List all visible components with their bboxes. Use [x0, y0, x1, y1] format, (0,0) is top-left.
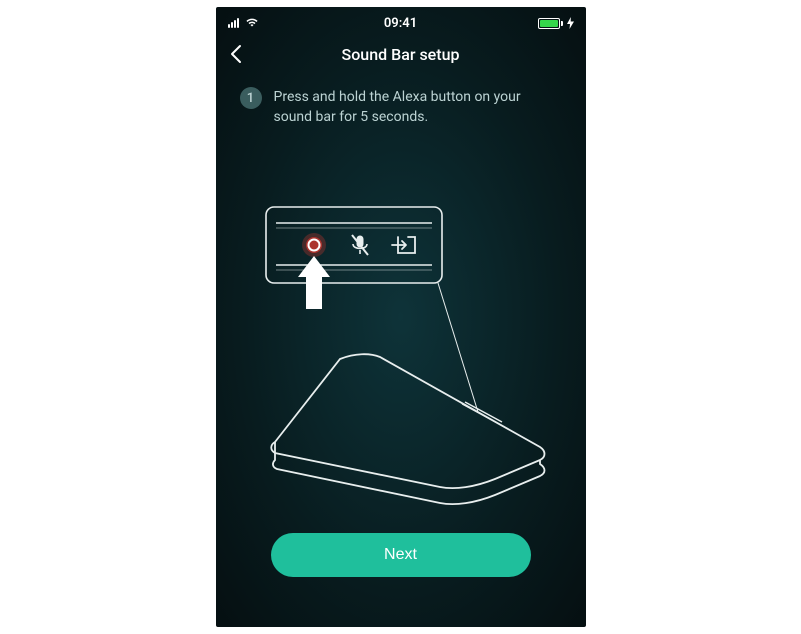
status-time: 09:41	[384, 16, 417, 31]
input-source-icon	[392, 237, 415, 253]
phone-screen: 09:41 Sound Bar setup 1 Press and hold t…	[216, 7, 586, 627]
status-bar: 09:41	[216, 13, 586, 33]
mic-mute-icon	[352, 235, 368, 255]
step-number-badge: 1	[240, 87, 262, 109]
app-header: Sound Bar setup	[216, 39, 586, 69]
step-row: 1 Press and hold the Alexa button on you…	[240, 87, 562, 127]
battery-icon	[538, 18, 563, 29]
next-button-label: Next	[384, 546, 417, 564]
alexa-button-icon	[302, 233, 326, 257]
control-panel-callout	[266, 207, 442, 283]
charging-icon	[567, 17, 574, 29]
page-title: Sound Bar setup	[342, 45, 460, 64]
chevron-left-icon	[229, 44, 243, 64]
soundbar-illustration	[240, 187, 562, 507]
main-content: 1 Press and hold the Alexa button on you…	[216, 69, 586, 507]
next-button[interactable]: Next	[271, 533, 531, 577]
signal-icon	[228, 18, 239, 28]
back-button[interactable]	[224, 42, 248, 66]
soundbar-outline	[271, 354, 544, 504]
step-instruction: Press and hold the Alexa button on your …	[274, 87, 562, 127]
status-left	[228, 16, 259, 30]
status-right	[538, 17, 574, 29]
wifi-icon	[245, 16, 259, 30]
